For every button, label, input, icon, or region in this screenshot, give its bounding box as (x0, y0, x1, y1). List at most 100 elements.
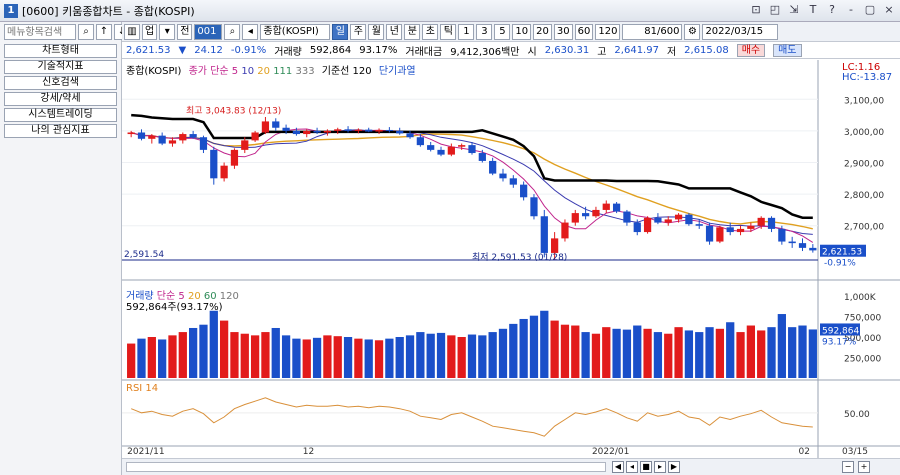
search-icon[interactable]: ⌕ (224, 23, 241, 40)
candle-body (581, 213, 590, 217)
rsi-label: RSI 14 (126, 383, 159, 394)
sidebar-item-signals[interactable]: 신호검색 (4, 76, 117, 90)
volume-bar (209, 310, 218, 378)
settings-icon[interactable]: ⚙ (684, 23, 701, 40)
buy-button[interactable]: 매수 (736, 44, 766, 57)
close-button[interactable]: × (882, 3, 896, 17)
scroll-left-icon[interactable]: ◂ (626, 461, 638, 473)
zoom-out-icon[interactable]: − (842, 461, 854, 473)
scroll-start-icon[interactable]: ◀ (612, 461, 624, 473)
scroll-right-icon[interactable]: ▸ (654, 461, 666, 473)
period-minute[interactable]: 분 (404, 23, 421, 40)
sidebar-item-my-indicators[interactable]: 나의 관심지표 (4, 124, 117, 138)
interval-5[interactable]: 5 (494, 23, 511, 40)
interval-20[interactable]: 20 (533, 23, 552, 40)
ma-111: 111 (273, 66, 293, 77)
stop-icon[interactable]: ■ (640, 461, 652, 473)
candle-body (633, 222, 641, 233)
volume-bar (447, 335, 456, 378)
candle-body (561, 222, 569, 239)
candle-body (643, 217, 652, 233)
candle-body (592, 209, 600, 217)
sidebar-item-system-trading[interactable]: 시스템트레이딩 (4, 108, 117, 122)
volume-tick-label: 1,000K (844, 293, 877, 303)
candle-body (726, 227, 734, 233)
rsi-tick-label: 50.00 (844, 410, 870, 420)
volume-bar (746, 325, 755, 378)
base-line-label: 기준선 120 (321, 66, 372, 77)
dropdown-icon[interactable]: ▾ (159, 23, 176, 40)
zoom-in-icon[interactable]: + (858, 461, 870, 473)
interval-60[interactable]: 60 (574, 23, 594, 40)
interval-1[interactable]: 1 (458, 23, 475, 40)
period-month[interactable]: 월 (368, 23, 385, 40)
candle-body (334, 129, 342, 131)
menu-search-input[interactable] (4, 24, 76, 40)
candle-body (767, 217, 776, 229)
date-input[interactable]: 2022/03/15 (702, 23, 779, 40)
scope-select[interactable]: 전 (177, 23, 193, 40)
resize-icon[interactable]: ⇲ (787, 3, 801, 17)
chart-area[interactable]: 3,100,00 3,000,00 2,900,00 2,800,00 2,700,00… (122, 60, 900, 462)
volume-bar (281, 335, 291, 378)
sidebar-item-chart-type[interactable]: 차트형태 (4, 44, 117, 58)
price-legend: 종합(KOSPI) 종가 단순 5 10 20 111 333 기준선 120 … (126, 62, 416, 77)
interval-10[interactable]: 10 (512, 23, 532, 40)
candle-body (509, 178, 517, 185)
ma-20: 20 (257, 66, 270, 77)
market-type-select[interactable]: 업 (142, 23, 158, 40)
volume-bar (364, 339, 373, 378)
volume-bar (219, 320, 229, 378)
chart-scrollbar[interactable]: ◀ ◂ ■ ▸ ▶ − + (122, 458, 900, 475)
chart-svg[interactable]: 3,100,00 3,000,00 2,900,00 2,800,00 2,700,00… (122, 60, 900, 458)
layout-icon[interactable]: ▥ (124, 23, 140, 40)
period-day[interactable]: 일 (332, 23, 349, 40)
volume-bar (498, 328, 508, 378)
volume-bar (550, 320, 559, 378)
minimize-button[interactable]: - (844, 3, 858, 17)
candle-body (261, 121, 270, 133)
price-tick-label: 3,100,00 (844, 96, 884, 106)
code-input[interactable]: 001 (194, 23, 223, 40)
sidebar-item-indicators[interactable]: 기술적지표 (4, 60, 117, 74)
interval-3[interactable]: 3 (476, 23, 493, 40)
down-arrow-icon: ▼ (178, 45, 187, 56)
interval-120[interactable]: 120 (595, 23, 621, 40)
scroll-track[interactable] (126, 462, 606, 472)
candle-body (385, 129, 393, 131)
period-second[interactable]: 초 (422, 23, 439, 40)
search-icon[interactable]: ⌕ (78, 24, 94, 40)
arrow-up-icon[interactable]: ↑ (96, 24, 112, 40)
volume-label: 거래량 (274, 47, 302, 58)
volume-bar (230, 332, 239, 378)
volume-bar (529, 315, 539, 378)
frame-icon[interactable]: ⊡ (749, 3, 763, 17)
volume-bar (354, 338, 363, 378)
scroll-end-icon[interactable]: ▶ (668, 461, 680, 473)
candle-body (282, 127, 290, 131)
count-input[interactable]: 81/600 (622, 23, 683, 40)
volume-bar (271, 327, 280, 378)
tile-icon[interactable]: ◰ (768, 3, 782, 17)
interval-30[interactable]: 30 (553, 23, 573, 40)
volume-bar (540, 310, 549, 378)
period-tick[interactable]: 틱 (440, 23, 457, 40)
text-icon[interactable]: T (806, 3, 820, 17)
volume-bar (519, 318, 528, 378)
volume-bar (591, 333, 601, 378)
sell-button[interactable]: 매도 (773, 44, 802, 57)
help-icon[interactable]: ? (825, 3, 839, 17)
sidebar-item-strength[interactable]: 강세/약세 (4, 92, 117, 106)
x-tick-label: 02 (799, 447, 810, 457)
chart-toolbar: ▥ 업 ▾ 전 001 ⌕ ◂ 종합(KOSPI) 일 주 월 년 분 초 틱 … (122, 22, 900, 42)
period-year[interactable]: 년 (386, 23, 403, 40)
candle-body (499, 173, 507, 179)
maximize-button[interactable]: ▢ (863, 3, 877, 17)
volume-bar (137, 338, 146, 378)
open-label: 시 (527, 47, 537, 58)
period-week[interactable]: 주 (350, 23, 367, 40)
speaker-icon[interactable]: ◂ (242, 23, 259, 40)
window-title: [0600] 키움종합차트 - 종합(KOSPI) (22, 4, 195, 18)
volume-bar (757, 330, 766, 378)
high-value: 2,641.97 (614, 45, 659, 56)
